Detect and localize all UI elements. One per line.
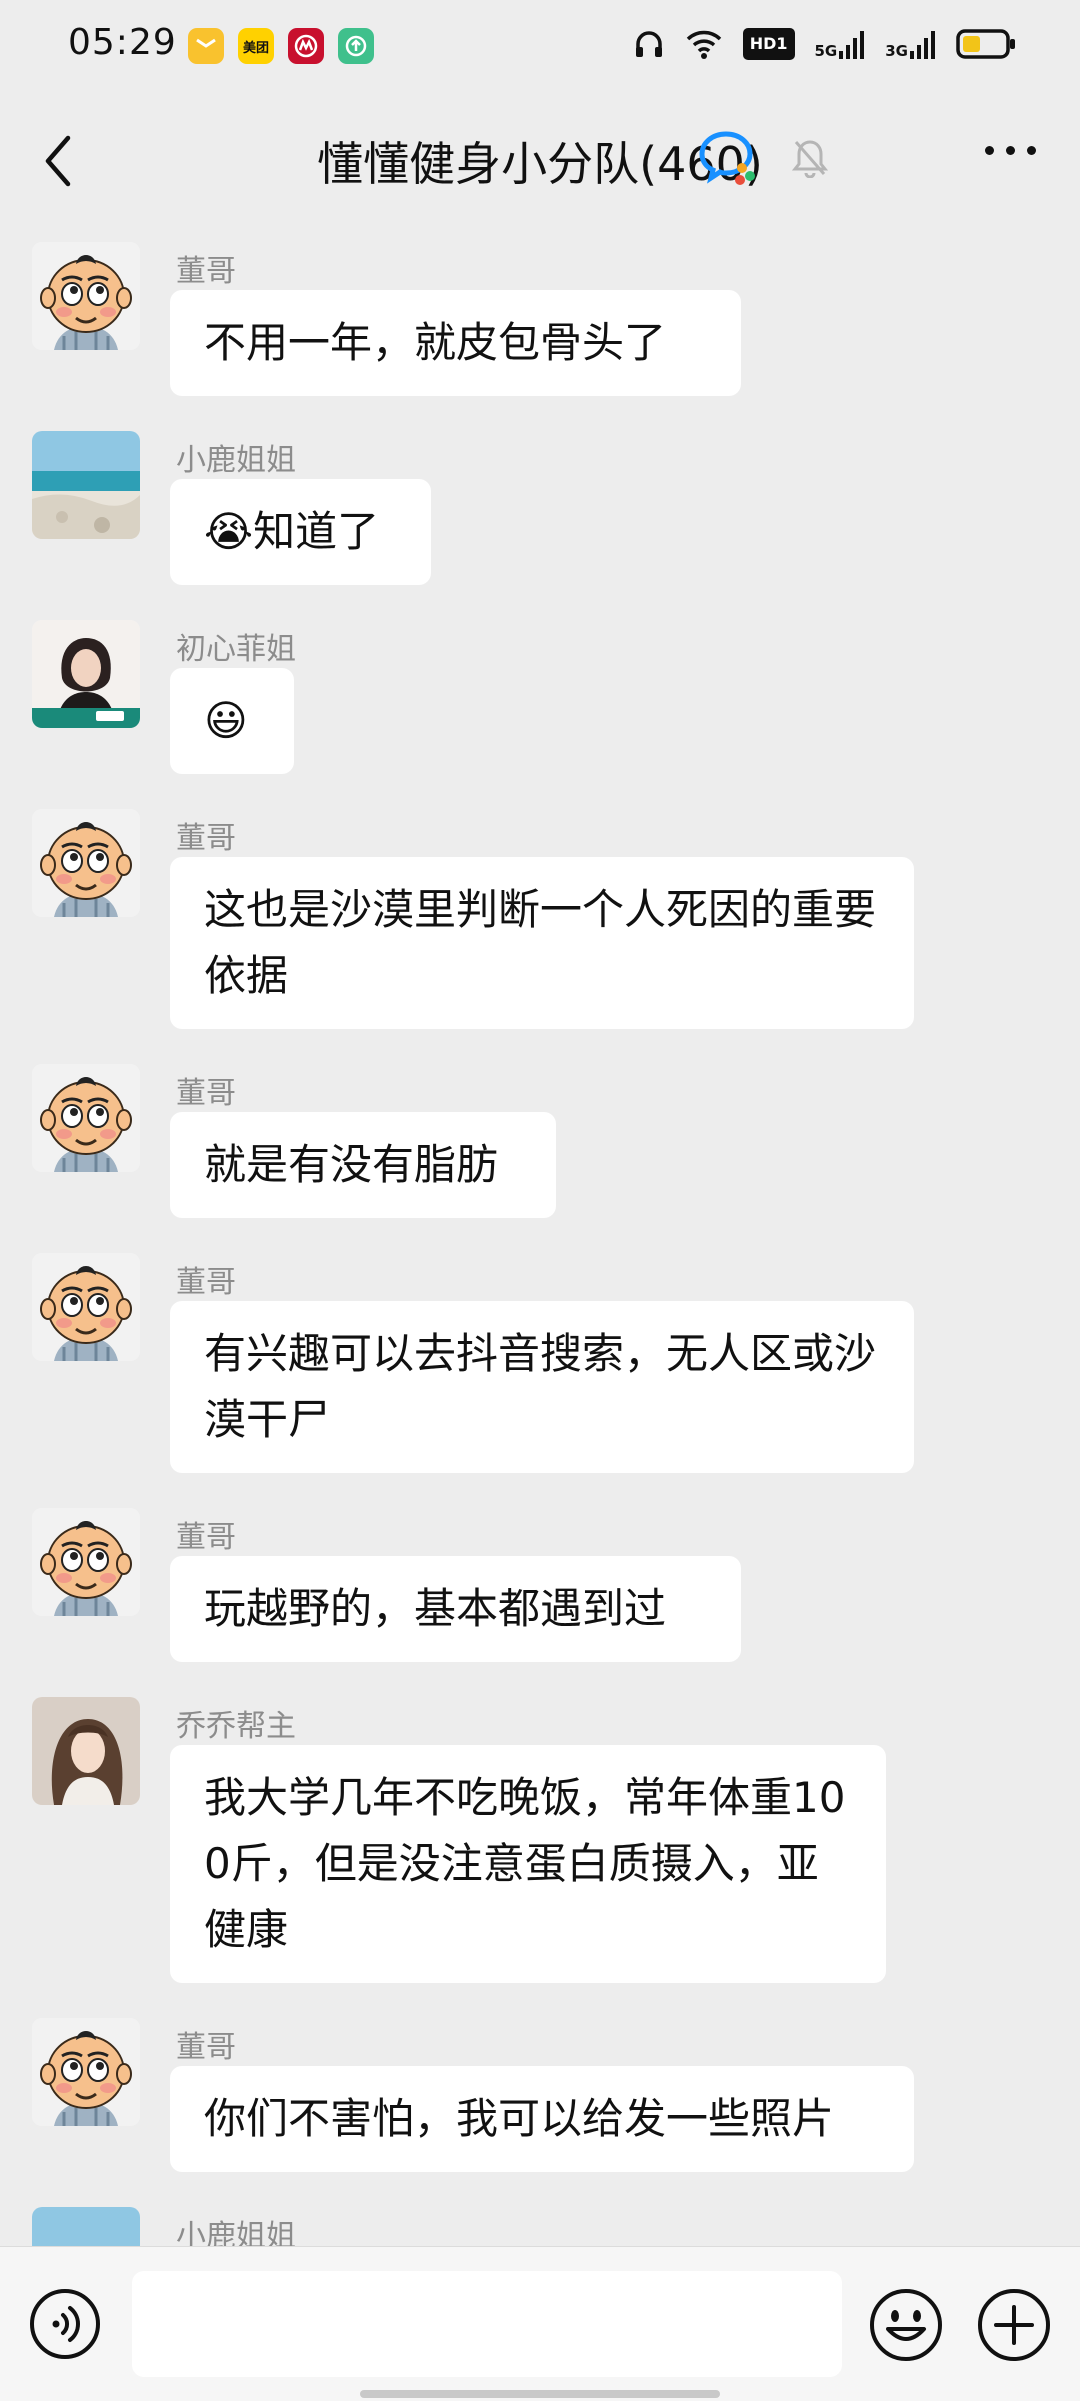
mute-bell-icon	[792, 140, 828, 178]
voice-icon[interactable]	[28, 2287, 102, 2361]
message-bubble[interactable]: 😭知道了	[170, 479, 431, 585]
sender-name: 董哥	[176, 1520, 236, 1555]
more-options-button[interactable]	[985, 146, 1036, 155]
sender-name: 董哥	[176, 821, 236, 856]
message-bubble[interactable]: 你们不害怕，我可以给发一些照片	[170, 2066, 914, 2172]
input-bar	[0, 2246, 1080, 2401]
sender-name: 小鹿姐姐	[176, 2219, 296, 2246]
message-bubble[interactable]: 就是有没有脂肪	[170, 1112, 556, 1218]
plus-icon[interactable]	[976, 2287, 1052, 2363]
hd-voice-icon: HD1	[742, 28, 795, 60]
avatar-cartoon-baby[interactable]	[32, 1253, 140, 1361]
sender-name: 小鹿姐姐	[176, 443, 296, 478]
green-app-icon	[338, 28, 374, 64]
message-list[interactable]: 董哥 不用一年，就皮包骨头了 小鹿姐姐 😭知道了 初心菲姐 😃 董哥 这也是沙漠…	[0, 226, 1080, 2246]
signal-5g-icon: 5G	[815, 29, 866, 59]
avatar-cartoon-baby[interactable]	[32, 809, 140, 917]
avatar-cartoon-baby[interactable]	[32, 242, 140, 350]
avatar-beach[interactable]	[32, 2207, 140, 2246]
sender-name: 董哥	[176, 254, 236, 289]
sender-name: 乔乔帮主	[176, 1709, 296, 1744]
status-time: 05:29	[68, 22, 177, 63]
notification-icons: 美团	[188, 28, 374, 64]
sender-name: 董哥	[176, 1076, 236, 1111]
avatar-cartoon-baby[interactable]	[32, 2018, 140, 2126]
signal-3g-icon: 3G	[885, 29, 936, 59]
avatar-cartoon-baby[interactable]	[32, 1064, 140, 1172]
wallet-icon	[188, 28, 224, 64]
avatar-girl-photo[interactable]	[32, 1697, 140, 1805]
page-title: 懂懂健身小分队(460)	[317, 137, 763, 191]
message-bubble[interactable]: 有兴趣可以去抖音搜索，无人区或沙漠干尸	[170, 1301, 914, 1473]
headphones-icon	[635, 31, 662, 57]
message-bubble[interactable]: 玩越野的，基本都遇到过	[170, 1556, 741, 1662]
back-arrow-icon[interactable]	[36, 126, 80, 196]
sender-name: 董哥	[176, 1265, 236, 1300]
avatar-beach[interactable]	[32, 431, 140, 539]
message-bubble[interactable]: 这也是沙漠里判断一个人死因的重要依据	[170, 857, 914, 1029]
meituan-icon: 美团	[238, 28, 274, 64]
chat-header: 懂懂健身小分队(460)	[0, 96, 1080, 226]
emoji-icon[interactable]	[868, 2287, 944, 2363]
sender-name: 董哥	[176, 2030, 236, 2065]
message-input[interactable]	[132, 2271, 842, 2377]
system-status-icons: HD1 5G 3G	[633, 28, 1016, 60]
battery-icon	[956, 29, 1015, 59]
avatar-cartoon-baby[interactable]	[32, 1508, 140, 1616]
wifi-icon	[686, 30, 721, 59]
wecom-group-icon	[699, 131, 755, 185]
message-bubble[interactable]: 不用一年，就皮包骨头了	[170, 290, 741, 396]
cmb-bank-icon	[288, 28, 324, 64]
avatar-woman-portrait[interactable]	[32, 620, 140, 728]
home-indicator[interactable]	[360, 2390, 720, 2398]
message-bubble[interactable]: 😃	[170, 668, 294, 774]
sender-name: 初心菲姐	[176, 632, 296, 667]
status-bar: 05:29 美团 HD1 5G 3G	[0, 0, 1080, 96]
message-bubble[interactable]: 我大学几年不吃晚饭，常年体重100斤，但是没注意蛋白质摄入，亚健康	[170, 1745, 886, 1983]
